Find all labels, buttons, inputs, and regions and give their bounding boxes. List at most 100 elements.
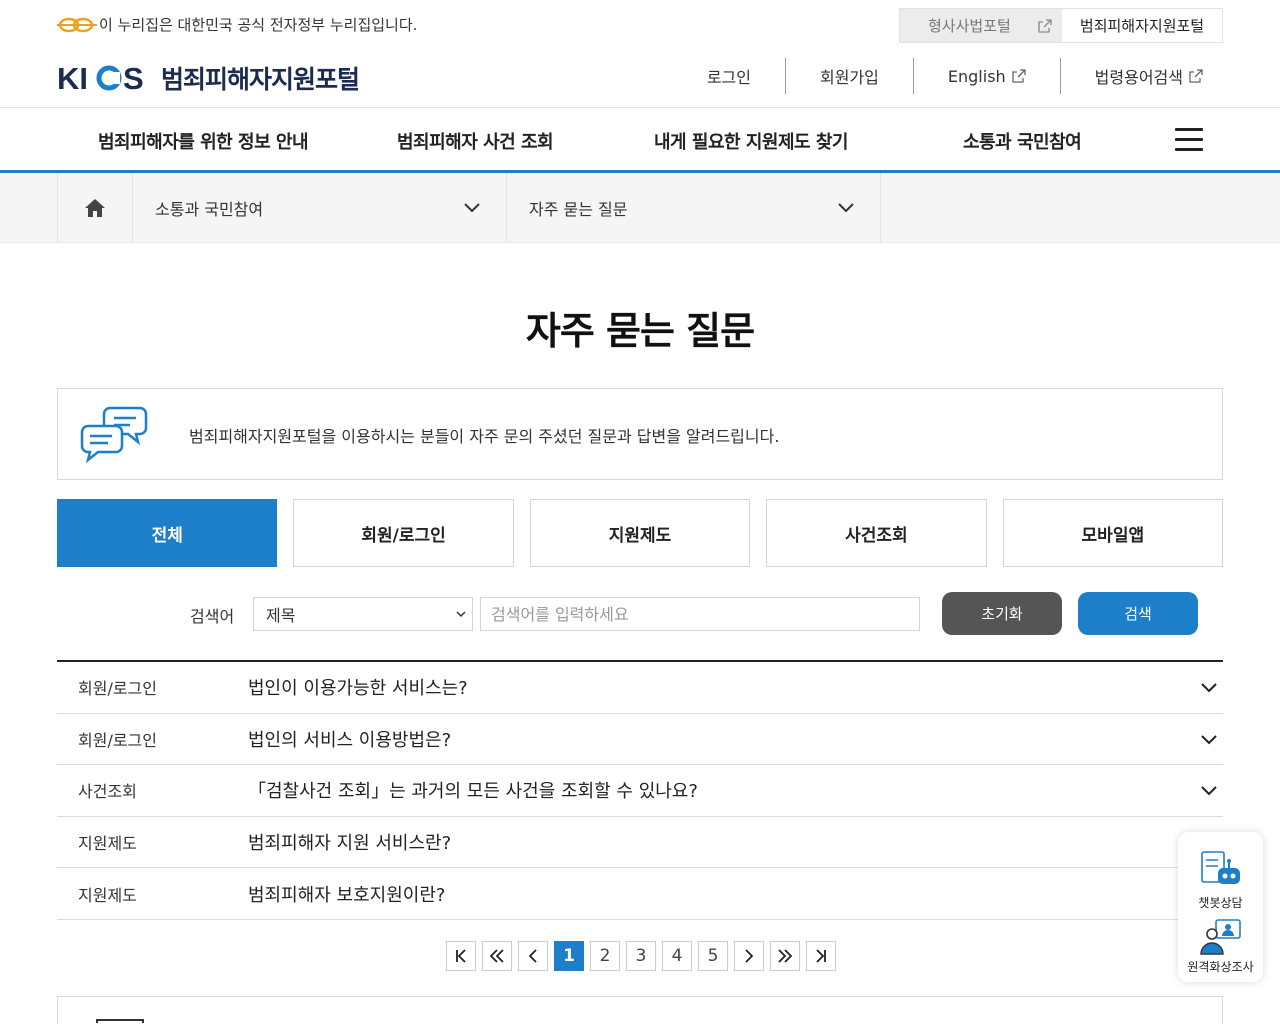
external-link-icon	[1038, 18, 1052, 33]
last-page-button[interactable]	[806, 941, 836, 971]
chevron-right-icon	[745, 949, 753, 963]
tab-mobile-app[interactable]: 모바일앱	[1002, 499, 1224, 567]
tab-all[interactable]: 전체	[57, 499, 278, 567]
gov-notice: 이 누리집은 대한민국 공식 전자정부 누리집입니다.	[57, 14, 417, 35]
search-label: 검색어	[190, 607, 235, 626]
faq-question: 「검찰사건 조회」는 과거의 모든 사건을 조회할 수 있나요?	[248, 781, 698, 803]
breadcrumb: 소통과 국민참여 자주 묻는 질문	[0, 173, 1280, 243]
page-title: 자주 묻는 질문	[525, 309, 755, 353]
search-field-select[interactable]: 제목	[253, 597, 473, 631]
page-button[interactable]: 1	[554, 941, 584, 971]
menu-hamburger-icon[interactable]	[1175, 128, 1203, 152]
chevron-left-icon	[529, 949, 537, 963]
external-link-icon	[1012, 69, 1026, 83]
double-chevron-right-icon	[778, 949, 792, 963]
pagination: 1 2 3 4 5	[446, 941, 836, 971]
faq-item[interactable]: 지원제도 범죄피해자 지원 서비스란?	[57, 817, 1223, 869]
search-button[interactable]: 검색	[1078, 592, 1198, 635]
faq-question: 법인이 이용가능한 서비스는?	[248, 678, 468, 700]
breadcrumb-level2-select[interactable]: 자주 묻는 질문	[507, 173, 881, 243]
gov-banner: 이 누리집은 대한민국 공식 전자정부 누리집입니다. 형사사법포털 범죄피해자…	[0, 0, 1280, 50]
search-input[interactable]	[480, 597, 920, 631]
faq-category: 지원제도	[78, 834, 137, 854]
law-terms-label: 법령용어검색	[1094, 68, 1183, 87]
bottom-info-box	[57, 996, 1223, 1024]
faq-category: 사건조회	[78, 782, 137, 802]
home-logo-link[interactable]: KI S 범죄피해자지원포털	[57, 60, 360, 96]
intro-text: 범죄피해자지원포털을 이용하시는 분들이 자주 문의 주셨던 질문과 답변을 알…	[189, 427, 780, 446]
portal-switch: 형사사법포털 범죄피해자지원포털	[899, 8, 1223, 43]
chatbot-label: 챗봇상담	[1198, 896, 1243, 910]
breadcrumb-level2-label: 자주 묻는 질문	[529, 200, 628, 219]
remote-video-label: 원격화상조사	[1187, 960, 1254, 974]
nav-case-lookup[interactable]: 범죄피해자 사건 조회	[397, 128, 554, 154]
faq-category: 회원/로그인	[78, 730, 157, 750]
faq-question: 범죄피해자 지원 서비스란?	[248, 833, 452, 855]
chevron-down-icon	[456, 610, 466, 617]
faq-item[interactable]: 회원/로그인 법인의 서비스 이용방법은?	[57, 714, 1223, 766]
english-label: English	[947, 66, 1006, 86]
faq-question: 법인의 서비스 이용방법은?	[248, 729, 452, 751]
svg-text:S: S	[123, 62, 144, 94]
home-button[interactable]	[57, 173, 133, 243]
page-button[interactable]: 5	[698, 941, 728, 971]
faq-item[interactable]: 사건조회 「검찰사건 조회」는 과거의 모든 사건을 조회할 수 있나요?	[57, 765, 1223, 817]
chevron-down-icon	[464, 203, 480, 213]
chatbot-button[interactable]: 챗봇상담	[1178, 848, 1263, 911]
nav-info-guide[interactable]: 범죄피해자를 위한 정보 안내	[98, 128, 309, 154]
first-page-button[interactable]	[446, 941, 476, 971]
nav-support-finder[interactable]: 내게 필요한 지원제도 찾기	[654, 128, 848, 154]
faq-item[interactable]: 지원제도 범죄피해자 보호지원이란?	[57, 868, 1223, 920]
prev-page-button[interactable]	[518, 941, 548, 971]
faq-list: 회원/로그인 법인이 이용가능한 서비스는? 회원/로그인 법인의 서비스 이용…	[57, 660, 1223, 920]
page-button[interactable]: 2	[590, 941, 620, 971]
chevron-down-icon	[838, 203, 854, 213]
quick-menu: 챗봇상담 원격화상조사	[1178, 832, 1263, 982]
chatbot-icon	[1200, 851, 1240, 884]
double-chevron-left-icon	[490, 949, 504, 963]
kics-logo-icon: KI S	[57, 62, 144, 94]
main-nav: 범죄피해자를 위한 정보 안내 범죄피해자 사건 조회 내게 필요한 지원제도 …	[0, 108, 1280, 173]
egov-logo-icon	[57, 17, 97, 32]
chevron-down-icon	[1201, 734, 1217, 745]
last-page-icon	[816, 949, 826, 963]
signup-link[interactable]: 회원가입	[786, 58, 914, 94]
login-link[interactable]: 로그인	[673, 58, 786, 94]
chevron-down-icon	[1201, 683, 1217, 693]
chevron-down-icon	[1201, 786, 1217, 796]
breadcrumb-level1-label: 소통과 국민참여	[155, 200, 264, 219]
tab-case-lookup[interactable]: 사건조회	[766, 499, 987, 567]
home-icon	[85, 199, 105, 217]
first-page-icon	[456, 949, 466, 963]
external-link-icon	[1189, 69, 1203, 83]
page-button[interactable]: 4	[662, 941, 692, 971]
nav-participation[interactable]: 소통과 국민참여	[963, 128, 1082, 154]
tab-member-login[interactable]: 회원/로그인	[293, 499, 514, 567]
video-call-icon	[1199, 919, 1241, 955]
signup-label: 회원가입	[820, 68, 879, 87]
portal-criminal-justice-label: 형사사법포털	[928, 17, 1011, 35]
page-button[interactable]: 3	[626, 941, 656, 971]
remote-video-button[interactable]: 원격화상조사	[1178, 916, 1263, 975]
tab-support[interactable]: 지원제도	[529, 499, 751, 567]
site-header: KI S 범죄피해자지원포털 로그인 회원가입 English 법령용어검색	[0, 50, 1280, 108]
faq-item[interactable]: 회원/로그인 법인이 이용가능한 서비스는?	[57, 662, 1223, 714]
reset-button[interactable]: 초기화	[942, 592, 1062, 635]
search-field-selected: 제목	[266, 606, 296, 625]
portal-victim-support-link[interactable]: 범죄피해자지원포털	[1062, 9, 1222, 42]
faq-question: 범죄피해자 보호지원이란?	[248, 884, 446, 906]
utility-nav: 로그인 회원가입 English 법령용어검색	[673, 58, 1223, 94]
prev-block-button[interactable]	[482, 941, 512, 971]
portal-victim-support-label: 범죄피해자지원포털	[1079, 17, 1205, 35]
next-page-button[interactable]	[734, 941, 764, 971]
faq-category: 회원/로그인	[78, 679, 157, 699]
next-block-button[interactable]	[770, 941, 800, 971]
breadcrumb-level1-select[interactable]: 소통과 국민참여	[133, 173, 507, 243]
brand-name: 범죄피해자지원포털	[161, 65, 360, 94]
faq-category: 지원제도	[78, 885, 137, 905]
law-terms-link[interactable]: 법령용어검색	[1061, 58, 1223, 94]
english-link[interactable]: English	[914, 58, 1061, 94]
portal-criminal-justice-link[interactable]: 형사사법포털	[900, 9, 1062, 42]
svg-text:KI: KI	[57, 62, 88, 94]
gov-notice-text: 이 누리집은 대한민국 공식 전자정부 누리집입니다.	[99, 16, 418, 34]
